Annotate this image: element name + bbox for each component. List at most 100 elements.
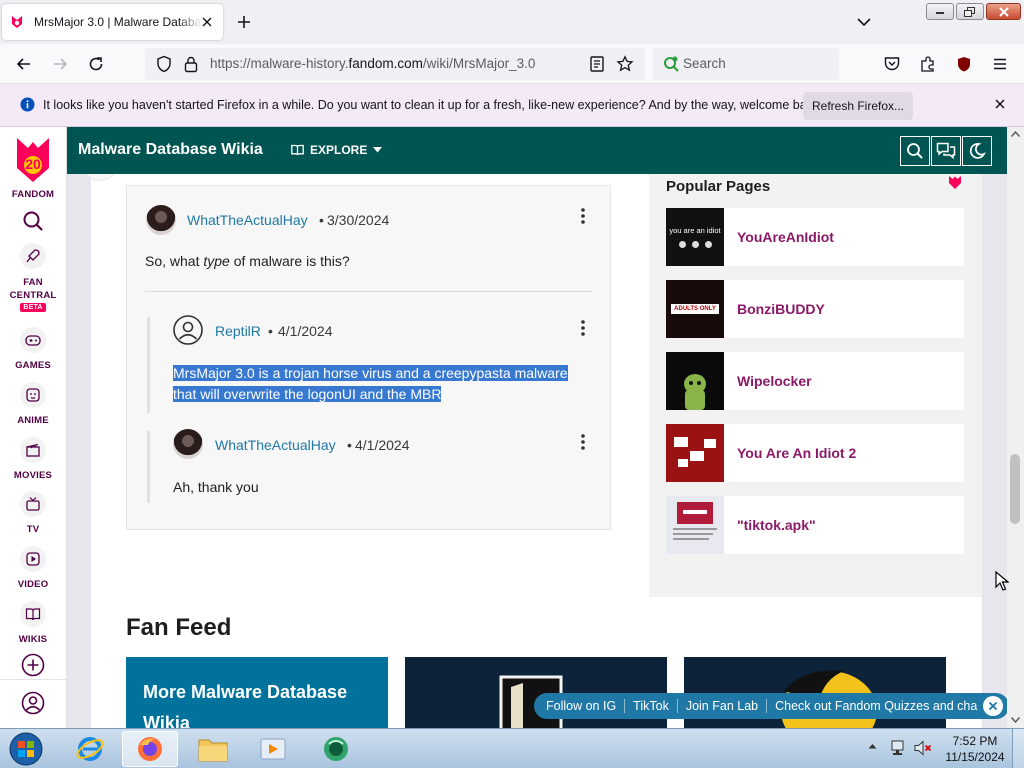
reply-options-icon[interactable]: [581, 434, 585, 450]
movies-nav-item[interactable]: MOVIES: [0, 437, 66, 482]
firefox-taskbar[interactable]: [122, 731, 178, 767]
fandom-quizzes-link[interactable]: Check out Fandom Quizzes and cha: [775, 699, 977, 713]
fandom-logo-label[interactable]: FANDOM: [0, 189, 66, 200]
browser-tab[interactable]: MrsMajor 3.0 | Malware Database Wikia | …: [2, 4, 223, 40]
comment-author[interactable]: WhatTheActualHay: [187, 212, 308, 228]
reply-date: 4/1/2024: [278, 323, 333, 339]
extensions-puzzle-icon[interactable]: [919, 55, 937, 73]
page-thumbnail: [666, 424, 724, 482]
url-bar[interactable]: https://malware-history.fandom.com/wiki/…: [145, 48, 645, 80]
file-explorer-taskbar[interactable]: [185, 731, 241, 767]
anime-nav-item[interactable]: ANIME: [0, 382, 66, 427]
close-promo-icon[interactable]: [983, 696, 1004, 716]
explore-book-icon: [291, 144, 304, 156]
popular-pages-title: Popular Pages: [666, 178, 771, 195]
reply-options-icon[interactable]: [581, 320, 585, 336]
tab-title: MrsMajor 3.0 | Malware Database Wikia | …: [34, 15, 202, 29]
scroll-up-arrow-icon[interactable]: [1011, 131, 1020, 137]
close-notification-icon[interactable]: [992, 96, 1008, 112]
window-restore-button[interactable]: [956, 3, 984, 20]
fan-central-nav-item[interactable]: FAN CENTRAL BETA: [0, 243, 66, 323]
tiktok-link[interactable]: TikTok: [633, 699, 669, 713]
reload-icon[interactable]: [87, 55, 105, 73]
user-account-icon[interactable]: [21, 691, 45, 715]
search-engine-icon[interactable]: [662, 55, 680, 73]
url-text[interactable]: https://malware-history.fandom.com/wiki/…: [210, 56, 535, 71]
anime-face-icon: [20, 382, 46, 408]
popular-page-card[interactable]: Wipelocker: [666, 352, 964, 410]
reply-author[interactable]: WhatTheActualHay: [215, 437, 336, 453]
folder-icon: [197, 735, 229, 763]
ublock-extension-icon[interactable]: [955, 55, 973, 73]
wikis-nav-item[interactable]: WIKIS: [0, 601, 66, 646]
show-hidden-icons-icon[interactable]: [868, 743, 877, 749]
user-avatar[interactable]: [146, 205, 176, 235]
tv-nav-item[interactable]: TV: [0, 491, 66, 536]
reply-date: 4/1/2024: [355, 437, 410, 453]
network-icon[interactable]: [890, 740, 908, 756]
dark-mode-toggle-button[interactable]: [962, 136, 992, 166]
new-tab-icon[interactable]: [234, 12, 254, 32]
fan-feed-card-title[interactable]: More Malware Database Wikia: [143, 677, 373, 728]
back-arrow-icon[interactable]: [15, 55, 33, 73]
explore-menu[interactable]: EXPLORE: [291, 143, 383, 157]
wiki-name[interactable]: Malware Database Wikia: [78, 141, 263, 159]
list-all-tabs-icon[interactable]: [855, 13, 873, 31]
popular-page-card[interactable]: "tiktok.apk": [666, 496, 964, 554]
search-icon[interactable]: [22, 210, 44, 232]
clock-date[interactable]: 11/15/2024: [943, 750, 1007, 764]
games-nav-item[interactable]: GAMES: [0, 327, 66, 372]
bookmark-star-icon[interactable]: [616, 55, 634, 73]
show-desktop-button[interactable]: [1012, 729, 1024, 768]
refresh-firefox-button[interactable]: Refresh Firefox...: [803, 92, 913, 120]
video-nav-item[interactable]: VIDEO: [0, 546, 66, 591]
join-fan-lab-link[interactable]: Join Fan Lab: [686, 699, 758, 713]
comment-options-icon[interactable]: [581, 208, 585, 224]
scroll-down-arrow-icon[interactable]: [1011, 717, 1020, 723]
follow-instagram-link[interactable]: Follow on IG: [546, 699, 616, 713]
popular-page-card[interactable]: you are an idiot YouAreAnIdiot: [666, 208, 964, 266]
clock-time[interactable]: 7:52 PM: [950, 734, 1000, 748]
video-label: VIDEO: [17, 579, 49, 590]
popular-page-link[interactable]: You Are An Idiot 2: [737, 445, 856, 461]
padlock-icon[interactable]: [183, 55, 199, 73]
hamburger-menu-icon[interactable]: [991, 55, 1009, 73]
windows-start-icon[interactable]: [6, 731, 46, 767]
popular-page-link[interactable]: "tiktok.apk": [737, 517, 816, 533]
popular-page-link[interactable]: Wipelocker: [737, 373, 812, 389]
fan-central-label: FAN CENTRAL: [9, 277, 57, 301]
scrollbar-thumb[interactable]: [1010, 454, 1020, 524]
wiki-search-button[interactable]: [900, 136, 930, 166]
internet-explorer-taskbar[interactable]: [62, 731, 118, 767]
volume-muted-icon[interactable]: [914, 740, 932, 756]
popular-page-link[interactable]: YouAreAnIdiot: [737, 229, 834, 245]
search-bar[interactable]: Search: [653, 48, 839, 80]
discussions-speech-bubbles-icon: [936, 142, 956, 160]
pocket-icon[interactable]: [883, 55, 901, 73]
window-close-button[interactable]: [986, 3, 1021, 20]
app-taskbar[interactable]: [308, 731, 364, 767]
fan-feed-card[interactable]: More Malware Database Wikia: [126, 657, 388, 728]
fandom-logo-icon[interactable]: 20: [15, 136, 51, 182]
app-globe-icon: [321, 734, 351, 764]
popular-page-card[interactable]: You Are An Idiot 2: [666, 424, 964, 482]
open-book-icon: [20, 601, 46, 627]
window-minimize-button[interactable]: [926, 3, 954, 20]
default-avatar-icon[interactable]: [173, 315, 203, 345]
media-player-taskbar[interactable]: [245, 731, 301, 767]
popular-page-link[interactable]: BonziBUDDY: [737, 301, 825, 317]
tracking-protection-shield-icon[interactable]: [155, 55, 173, 73]
create-plus-icon[interactable]: [21, 653, 45, 677]
search-placeholder: Search: [683, 56, 726, 71]
forward-arrow-icon[interactable]: [51, 55, 69, 73]
clapperboard-icon: [20, 437, 46, 463]
user-avatar[interactable]: [173, 429, 203, 459]
anime-label: ANIME: [17, 415, 49, 426]
fandom-global-nav: 20 FANDOM FAN CENTRAL BETA GAMES ANIME M…: [0, 127, 67, 728]
page-scrollbar[interactable]: [1007, 127, 1024, 728]
reader-view-icon[interactable]: [589, 55, 605, 73]
reply-author[interactable]: ReptilR: [215, 323, 261, 339]
close-tab-icon[interactable]: [198, 13, 216, 31]
popular-page-card[interactable]: ADULTS ONLY BonziBUDDY: [666, 280, 964, 338]
discussions-button[interactable]: [931, 136, 961, 166]
